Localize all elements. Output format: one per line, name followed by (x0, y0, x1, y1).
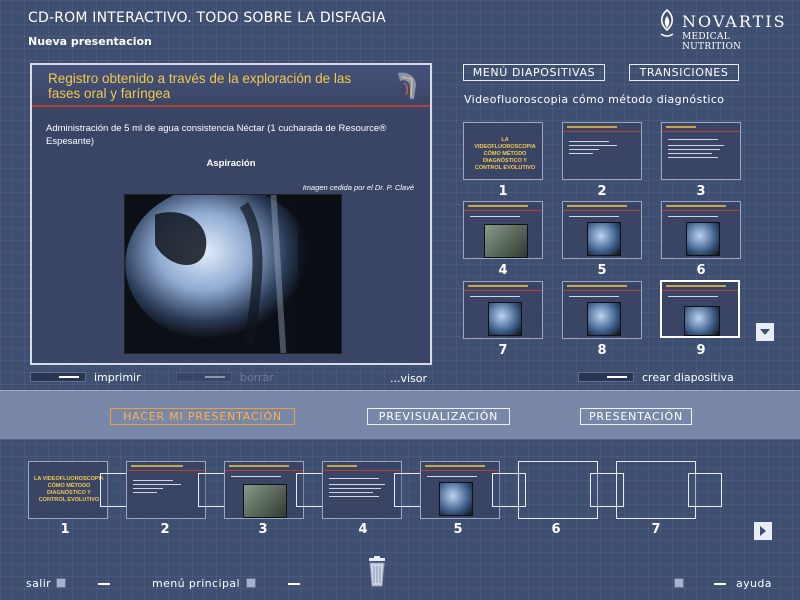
filmstrip-slide[interactable] (322, 461, 402, 519)
presentation-name: Nueva presentacion (28, 35, 152, 48)
create-slide-label[interactable]: crear diapositiva (642, 371, 734, 384)
create-slide-control[interactable]: crear diapositiva (578, 371, 734, 385)
transitions-button[interactable]: TRANSICIONES (629, 64, 739, 81)
create-slide-toggle[interactable] (578, 372, 634, 382)
slides-menu-button[interactable]: MENÚ DIAPOSITIVAS (463, 64, 605, 81)
delete-label: borrar (240, 371, 274, 384)
videofluoroscopy-image (124, 194, 342, 354)
slide-thumbnail[interactable]: LA VIDEOFLUOROSCOPIA CÓMO MÉTODO DIAGNÓS… (463, 122, 543, 180)
slide-thumbnail[interactable] (463, 201, 543, 259)
filmstrip-number: 4 (358, 522, 368, 537)
thumbnail-number: 4 (498, 263, 508, 278)
filmstrip-number: 5 (453, 522, 463, 537)
filmstrip-number: 2 (160, 522, 170, 537)
slide-body-text: Administración de 5 ml de agua consisten… (46, 123, 387, 147)
slide-thumbnail[interactable] (661, 201, 741, 259)
app-title: CD-ROM INTERACTIVO. TODO SOBRE LA DISFAG… (28, 10, 386, 26)
thumbnail-number: 8 (597, 343, 607, 358)
delete-toggle (176, 372, 232, 382)
delete-control: borrar (176, 371, 274, 385)
presentation-button[interactable]: PRESENTACIÓN (580, 408, 692, 425)
main-menu-dash (288, 583, 300, 585)
filmstrip-number: 6 (551, 522, 561, 537)
thumbnail-cover-text: LA VIDEOFLUOROSCOPIA CÓMO MÉTODO DIAGNÓS… (474, 137, 536, 171)
slide-title-band: Registro obtenido a través de la explora… (32, 65, 430, 107)
slide-title: Registro obtenido a través de la explora… (48, 71, 352, 101)
thumbnail-number: 6 (696, 263, 706, 278)
main-menu-label[interactable]: menú principal (152, 577, 240, 590)
arrow-down-icon[interactable] (756, 323, 774, 341)
slide-image-credit: Imagen cedida por el Dr. P. Clavé (302, 183, 414, 192)
print-control[interactable]: imprimir (30, 371, 141, 385)
trash-icon[interactable] (366, 556, 388, 588)
slide-thumbnail-selected[interactable] (660, 280, 740, 338)
print-label[interactable]: imprimir (94, 371, 141, 384)
thumbnail-number: 7 (498, 343, 508, 358)
slide-preview: Registro obtenido a través de la explora… (30, 63, 432, 365)
exit-button[interactable] (56, 578, 66, 588)
slide-thumbnail[interactable] (562, 122, 642, 180)
section-title: Videofluoroscopia cómo método diagnóstic… (464, 93, 725, 106)
arrow-right-icon[interactable] (754, 522, 772, 540)
slide-thumbnail[interactable] (562, 281, 642, 339)
filmstrip-slide[interactable] (224, 461, 304, 519)
slide-thumbnail[interactable] (463, 281, 543, 339)
filmstrip-slide[interactable] (126, 461, 206, 519)
filmstrip-cover-text: LA VIDEOFLUOROSCOPIA CÓMO MÉTODO DIAGNÓS… (33, 476, 105, 503)
exit-label[interactable]: salir (26, 577, 51, 590)
filmstrip-number: 7 (651, 522, 661, 537)
viewer-link[interactable]: ...visor (390, 372, 427, 385)
filmstrip-empty-slide[interactable] (518, 461, 598, 519)
thumbnail-number: 9 (696, 343, 706, 358)
slide-heading: Aspiración (206, 158, 256, 169)
throat-anatomy-icon (398, 72, 416, 99)
filmstrip-number: 1 (60, 522, 70, 537)
novartis-logo-mark-icon (660, 8, 674, 37)
logo-subtitle: MEDICAL NUTRITION (682, 32, 742, 52)
preview-button[interactable]: PREVISUALIZACIÓN (367, 408, 510, 425)
main-menu-button[interactable] (246, 578, 256, 588)
thumbnail-number: 2 (597, 184, 607, 199)
help-label[interactable]: ayuda (736, 577, 772, 590)
exit-dash (98, 583, 110, 585)
thumbnail-number: 1 (498, 184, 508, 199)
slide-thumbnail[interactable] (562, 201, 642, 259)
thumbnail-number: 3 (696, 184, 706, 199)
filmstrip-number: 3 (258, 522, 268, 537)
filmstrip-slide[interactable] (420, 461, 500, 519)
filmstrip-empty-slide[interactable] (616, 461, 696, 519)
make-presentation-button[interactable]: HACER MI PRESENTACIÓN (110, 408, 295, 425)
help-dash (714, 583, 726, 585)
mode-toolbar: HACER MI PRESENTACIÓN PREVISUALIZACIÓN P… (0, 390, 800, 440)
help-button[interactable] (674, 578, 684, 588)
thumbnail-number: 5 (597, 263, 607, 278)
logo-brand: NOVARTIS (682, 12, 787, 31)
print-toggle[interactable] (30, 372, 86, 382)
transition-slot[interactable] (688, 473, 722, 507)
slide-thumbnail[interactable] (661, 122, 741, 180)
filmstrip-slide[interactable]: LA VIDEOFLUOROSCOPIA CÓMO MÉTODO DIAGNÓS… (28, 461, 108, 519)
novartis-logo: NOVARTIS MEDICAL NUTRITION (656, 8, 785, 52)
